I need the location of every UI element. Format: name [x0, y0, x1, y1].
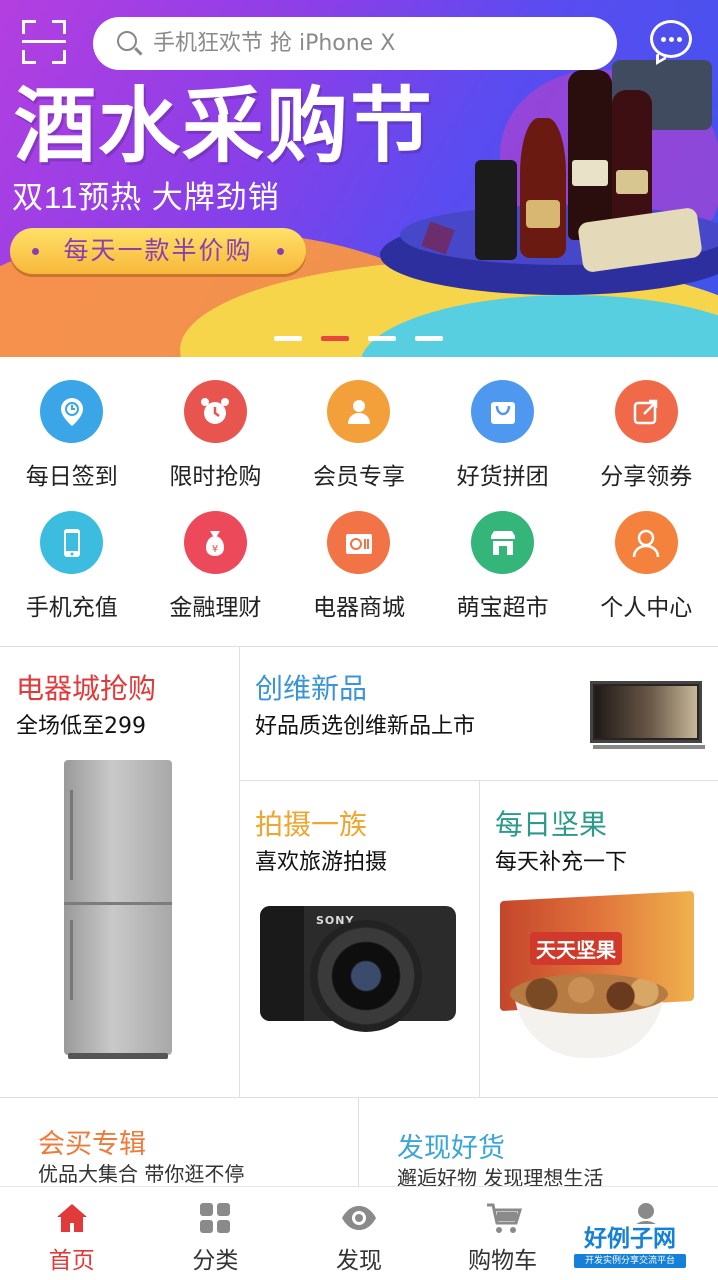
bottle-label: [526, 200, 560, 228]
promo-title: 发现好货: [397, 1133, 505, 1164]
tab-label: 购物车: [468, 1248, 538, 1274]
watermark-title: 好例子网: [584, 1225, 676, 1251]
carousel-dot[interactable]: [321, 336, 349, 341]
quick-entry-item[interactable]: 手机充值: [0, 511, 144, 622]
quick-entry-item[interactable]: 个人中心: [574, 511, 718, 622]
quick-entry-item[interactable]: 每日签到: [0, 380, 144, 491]
bottle-image: [568, 70, 612, 240]
scan-corner: [22, 50, 36, 64]
nuts-box-text: 天天坚果: [530, 932, 622, 965]
quick-entry-item[interactable]: 好货拼团: [431, 380, 575, 491]
carousel-indicator[interactable]: [274, 336, 443, 341]
money-bag-icon: ¥: [183, 511, 247, 574]
bottle-image: [520, 118, 566, 258]
promo-subtitle: 优品大集合 带你逛不停: [38, 1162, 245, 1186]
tab-home[interactable]: 首页: [0, 1187, 144, 1280]
tab-label: 首页: [48, 1248, 95, 1274]
bottle-label: [572, 160, 608, 186]
quick-entry-grid: 每日签到 限时抢购 会员专享 好货拼团 分享领券手机充值 ¥ 金融理财 电器商城 萌宝超市 个人中…: [0, 380, 718, 622]
quick-entry-item[interactable]: 会员专享: [287, 380, 431, 491]
scan-line: [22, 40, 66, 43]
quick-entry-label: 每日签到: [25, 464, 118, 490]
shopping-bag-icon: [471, 380, 535, 443]
promo-subtitle: 喜欢旅游拍摄: [255, 850, 388, 875]
quick-entry-item[interactable]: 分享领券: [574, 380, 718, 491]
appliance-icon: [327, 511, 391, 574]
share-icon: [614, 380, 678, 443]
banner-pill[interactable]: 每天一款半价购: [10, 228, 306, 274]
promo-subtitle: 好品质选创维新品上市: [255, 714, 476, 739]
carousel-dot[interactable]: [415, 336, 443, 341]
tab-label: 发现: [335, 1248, 382, 1274]
tab-eye[interactable]: 发现: [287, 1187, 431, 1280]
section-divider: [0, 1097, 718, 1098]
watermark-logo: 好例子网 开发实例分享交流平台: [570, 1224, 690, 1272]
carousel-dot[interactable]: [274, 336, 302, 341]
nuts-image: 天天坚果: [500, 888, 694, 1078]
scan-corner: [52, 50, 66, 64]
category-icon: [196, 1199, 234, 1237]
scan-icon[interactable]: [22, 20, 66, 64]
quick-entry-label: 好货拼团: [456, 464, 549, 490]
tv-image: [590, 681, 705, 749]
banner-headline: 酒水采购节: [14, 81, 435, 172]
promo-subtitle: 全场低至299: [16, 714, 146, 739]
search-input[interactable]: [153, 31, 573, 56]
column-divider: [479, 780, 480, 1097]
section-divider: [0, 646, 718, 647]
tab-label: 分类: [192, 1248, 239, 1274]
quick-entry-label: 会员专享: [312, 464, 405, 490]
bottle-image: [475, 160, 517, 260]
store-icon: [471, 511, 535, 574]
promo-title: 拍摄一族: [255, 808, 368, 841]
quick-entry-label: 限时抢购: [169, 464, 262, 490]
bottle-label: [616, 170, 648, 194]
quick-entry-label: 金融理财: [169, 595, 262, 621]
message-icon[interactable]: [650, 20, 692, 65]
person-icon: [614, 511, 678, 574]
carousel-dot[interactable]: [368, 336, 396, 341]
phone-icon: [40, 511, 104, 574]
alarm-clock-icon: [183, 380, 247, 443]
column-divider: [239, 646, 240, 1097]
location-clock-icon: [40, 380, 104, 443]
watermark-subtitle: 开发实例分享交流平台: [574, 1254, 686, 1268]
column-divider: [358, 1097, 359, 1186]
quick-entry-item[interactable]: 萌宝超市: [431, 511, 575, 622]
banner-subline: 双11预热 大牌劲销: [12, 180, 280, 215]
search-icon: [115, 29, 145, 59]
tab-cart[interactable]: 购物车: [431, 1187, 575, 1280]
promo-title: 会买专辑: [38, 1129, 146, 1160]
eye-icon: [340, 1199, 378, 1237]
promo-title: 电器城抢购: [16, 672, 157, 705]
quick-entry-item[interactable]: 电器商城: [287, 511, 431, 622]
scan-corner: [22, 20, 36, 34]
quick-entry-label: 萌宝超市: [456, 595, 549, 621]
promo-title: 每日坚果: [495, 808, 608, 841]
quick-entry-item[interactable]: 限时抢购: [144, 380, 288, 491]
promo-subtitle: 每天补充一下: [495, 850, 628, 875]
quick-entry-label: 手机充值: [25, 595, 118, 621]
quick-entry-label: 分享领券: [600, 464, 693, 490]
svg-text:¥: ¥: [212, 544, 218, 555]
quick-entry-label: 个人中心: [600, 595, 693, 621]
fridge-image: [64, 760, 172, 1059]
quick-entry-item[interactable]: ¥ 金融理财: [144, 511, 288, 622]
search-bar[interactable]: [93, 17, 617, 70]
tab-category[interactable]: 分类: [144, 1187, 288, 1280]
home-icon: [53, 1199, 91, 1237]
quick-entry-label: 电器商城: [312, 595, 405, 621]
promo-title: 创维新品: [255, 672, 368, 705]
member-icon: [327, 380, 391, 443]
cart-icon: [484, 1199, 522, 1237]
scan-corner: [52, 20, 66, 34]
camera-image: SONY: [260, 900, 456, 1035]
